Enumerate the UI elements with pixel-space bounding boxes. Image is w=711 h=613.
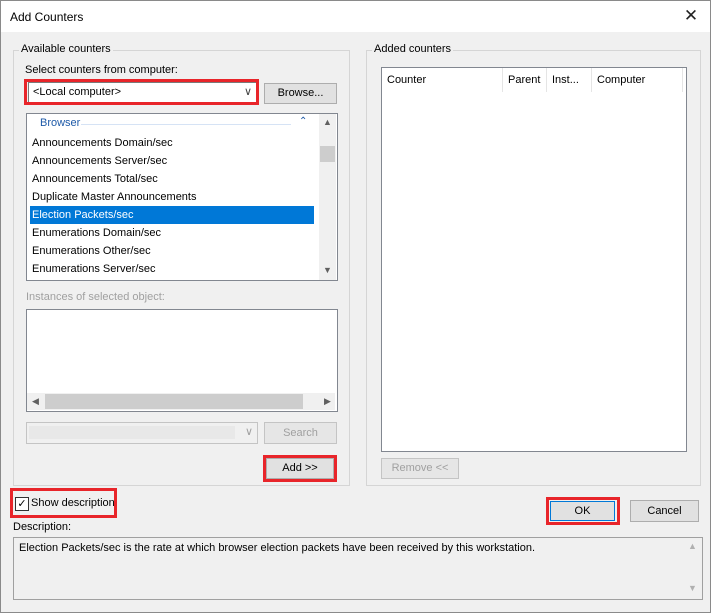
column-parent[interactable]: Parent: [503, 68, 547, 92]
category-label: Browser: [40, 117, 81, 129]
counters-list: Browser ⌃ Announcements Domain/sec Annou…: [26, 113, 338, 281]
counter-item-selected[interactable]: Election Packets/sec: [30, 206, 314, 224]
highlight-add-button: [263, 455, 337, 482]
highlight-computer-select: [24, 79, 259, 105]
scroll-left-icon[interactable]: ◀: [27, 396, 44, 407]
highlight-ok-button: [546, 497, 620, 525]
instances-search-select[interactable]: ∨: [26, 422, 258, 444]
counter-item[interactable]: Enumerations Server/sec: [32, 260, 156, 278]
title-bar: Add Counters ✕: [1, 1, 710, 32]
remove-button[interactable]: Remove <<: [381, 458, 459, 479]
search-select-field: [29, 426, 235, 439]
cancel-button[interactable]: Cancel: [630, 500, 699, 522]
highlight-show-description: [10, 488, 117, 518]
close-icon[interactable]: ✕: [680, 5, 702, 27]
scroll-thumb[interactable]: [320, 146, 335, 162]
chevron-down-icon: ∨: [244, 426, 253, 438]
column-instance[interactable]: Inst...: [547, 68, 592, 92]
scroll-down-icon[interactable]: ▼: [684, 583, 701, 593]
category-header[interactable]: Browser ⌃: [27, 114, 319, 134]
scroll-up-icon[interactable]: ▲: [684, 541, 701, 551]
counter-item[interactable]: Announcements Domain/sec: [32, 134, 173, 152]
description-text: Election Packets/sec is the rate at whic…: [19, 542, 536, 554]
instances-list: ◀ ▶: [26, 309, 338, 412]
browse-button[interactable]: Browse...: [264, 83, 337, 104]
collapse-icon[interactable]: ⌃: [299, 116, 307, 127]
search-button[interactable]: Search: [264, 422, 337, 444]
added-counters-label: Added counters: [372, 43, 454, 55]
scroll-right-icon[interactable]: ▶: [319, 396, 336, 407]
added-counters-list: Counter Parent Inst... Computer: [381, 67, 687, 452]
counters-scrollbar[interactable]: ▲ ▼: [319, 114, 336, 280]
description-scrollbar[interactable]: ▲ ▼: [684, 538, 701, 598]
available-counters-label: Available counters: [19, 43, 113, 55]
column-counter[interactable]: Counter: [382, 68, 503, 92]
dialog-title: Add Counters: [10, 10, 84, 24]
counter-item[interactable]: Announcements Total/sec: [32, 170, 158, 188]
scroll-up-icon[interactable]: ▲: [319, 117, 336, 127]
instances-label: Instances of selected object:: [26, 291, 165, 303]
hscroll-thumb[interactable]: [45, 394, 303, 409]
instances-hscrollbar[interactable]: ◀ ▶: [27, 393, 335, 410]
counter-item[interactable]: Announcements Server/sec: [32, 152, 167, 170]
select-computer-label: Select counters from computer:: [25, 64, 178, 76]
add-counters-dialog: Add Counters ✕ Available counters Select…: [0, 0, 711, 613]
column-computer[interactable]: Computer: [592, 68, 683, 92]
scroll-down-icon[interactable]: ▼: [319, 265, 336, 275]
counter-item[interactable]: Enumerations Domain/sec: [32, 224, 161, 242]
counter-item[interactable]: Enumerations Other/sec: [32, 242, 151, 260]
description-box: Election Packets/sec is the rate at whic…: [13, 537, 703, 600]
category-divider: [81, 124, 291, 125]
counter-item[interactable]: Duplicate Master Announcements: [32, 188, 196, 206]
description-label: Description:: [13, 521, 72, 533]
